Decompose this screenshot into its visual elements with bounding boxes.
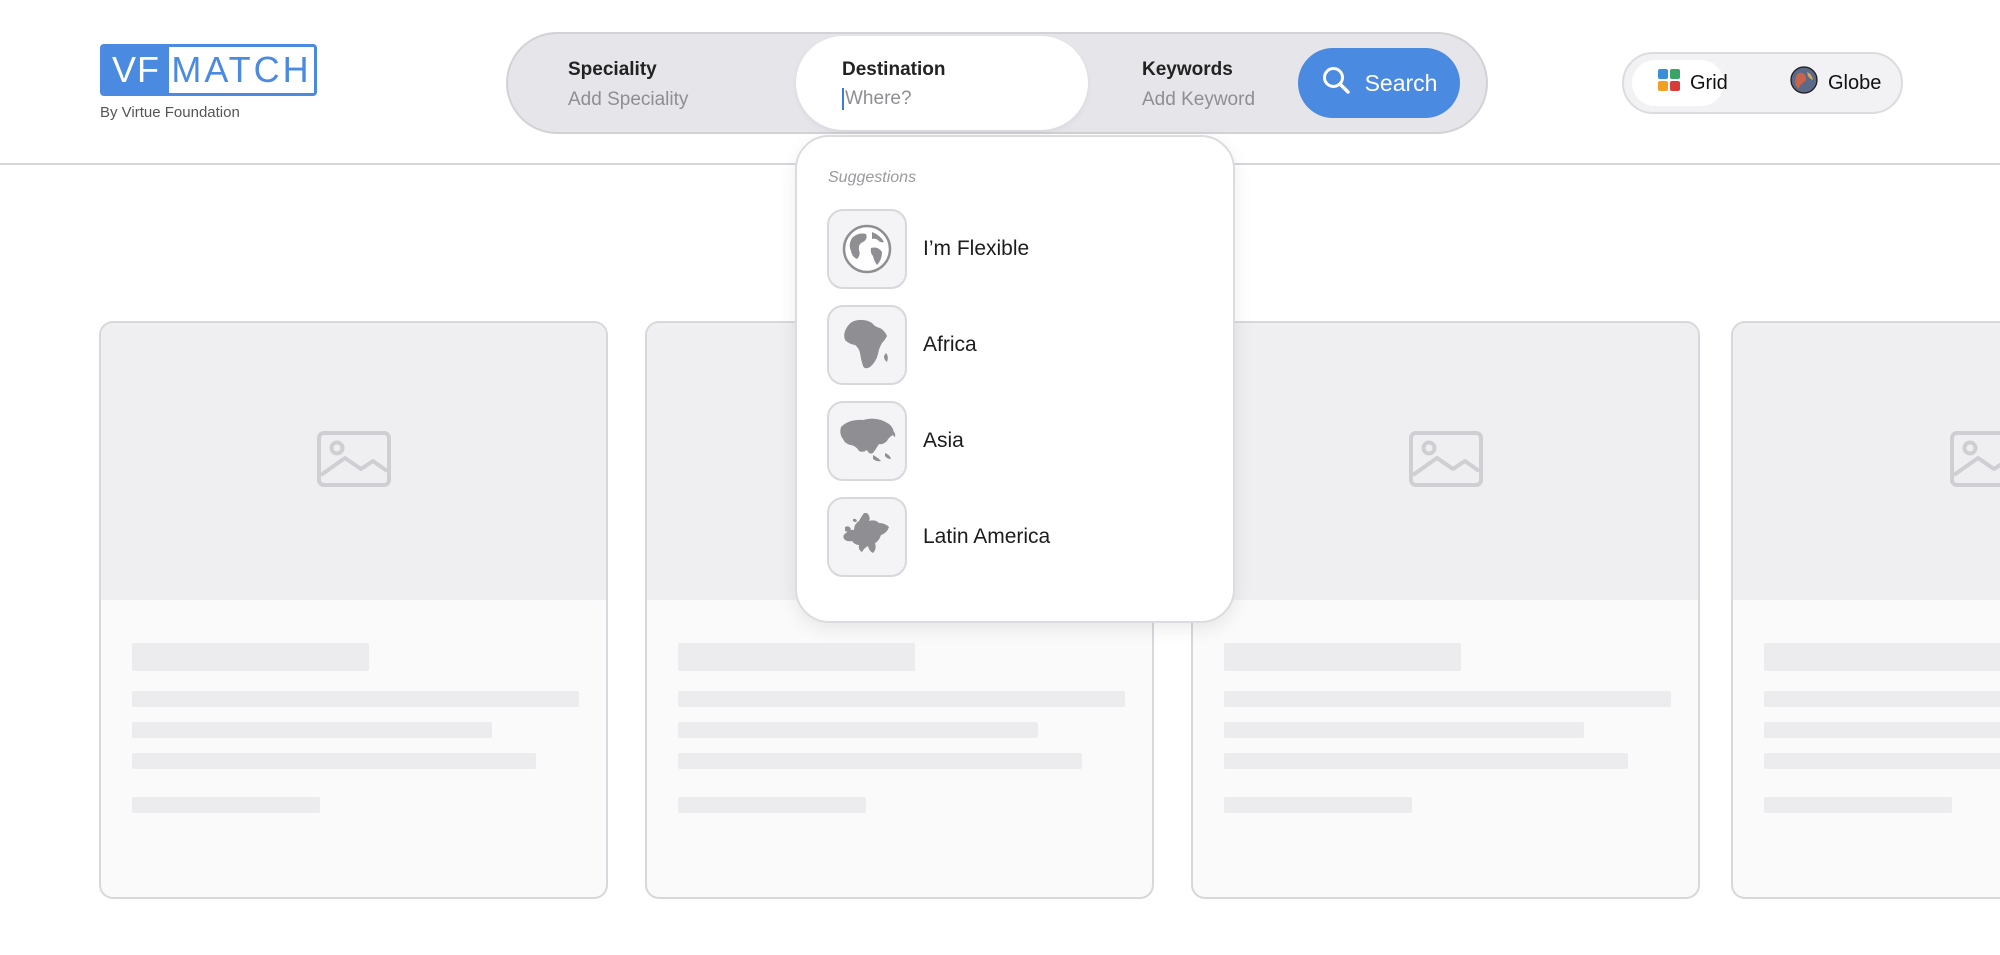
search-bar: Speciality Add Speciality Destination Ke… <box>506 32 1488 134</box>
destination-field[interactable]: Destination <box>796 36 1088 130</box>
destination-input[interactable] <box>842 88 1045 110</box>
skeleton-line <box>132 691 579 707</box>
skeleton-footer <box>132 797 320 813</box>
globe-view-label: Globe <box>1828 71 1882 94</box>
skeleton-line <box>1224 691 1671 707</box>
skeleton-line <box>1224 753 1628 769</box>
logo-vf-text: VF <box>103 47 169 93</box>
view-toggle: Grid Globe <box>1622 52 1903 114</box>
search-icon <box>1321 65 1351 101</box>
skeleton-footer <box>678 797 866 813</box>
suggestion-latin-america[interactable]: Latin America <box>827 495 1207 579</box>
skeleton-title <box>1764 643 2000 671</box>
globe-icon <box>827 209 907 289</box>
speciality-field[interactable]: Speciality Add Speciality <box>568 34 768 132</box>
africa-map-icon <box>827 305 907 385</box>
suggestions-heading: Suggestions <box>828 169 917 186</box>
logo-tagline: By Virtue Foundation <box>100 104 240 121</box>
skeleton-line <box>1764 722 2000 738</box>
destination-suggestions-dropdown: Suggestions I’m Flexible Africa Asia Lat… <box>795 135 1235 623</box>
skeleton-footer <box>1764 797 1952 813</box>
keywords-field[interactable]: Keywords Add Keyword <box>1142 34 1272 132</box>
image-placeholder-icon <box>1950 431 2000 492</box>
keywords-placeholder: Add Keyword <box>1142 89 1256 110</box>
skeleton-card[interactable] <box>99 321 608 899</box>
skeleton-card[interactable] <box>1191 321 1700 899</box>
search-button-label: Search <box>1364 69 1438 96</box>
keywords-label: Keywords <box>1142 59 1233 80</box>
skeleton-line <box>678 722 1038 738</box>
grid-view-label: Grid <box>1690 71 1728 94</box>
speciality-placeholder: Add Speciality <box>568 89 689 110</box>
suggestion-asia[interactable]: Asia <box>827 399 1207 483</box>
asia-map-icon <box>827 401 907 481</box>
skeleton-card[interactable] <box>1731 321 2000 899</box>
skeleton-footer <box>1224 797 1412 813</box>
logo-mark: VF MATCH <box>100 44 317 96</box>
skeleton-title <box>678 643 915 671</box>
skeleton-line <box>132 722 492 738</box>
vf-match-logo[interactable]: VF MATCH By Virtue Foundation <box>100 44 317 121</box>
skeleton-line <box>1764 753 2000 769</box>
skeleton-title <box>1224 643 1461 671</box>
suggestion-africa[interactable]: Africa <box>827 303 1207 387</box>
image-placeholder-icon <box>316 431 391 492</box>
skeleton-line <box>132 753 536 769</box>
europe-map-icon <box>827 497 907 577</box>
logo-match-text: MATCH <box>169 47 314 93</box>
grid-view-button[interactable]: Grid <box>1632 60 1728 106</box>
skeleton-line <box>1224 722 1584 738</box>
suggestion-label: I’m Flexible <box>923 237 1030 260</box>
suggestion-label: Latin America <box>923 525 1051 548</box>
destination-label: Destination <box>842 59 946 80</box>
card-image-placeholder <box>1733 323 2000 600</box>
search-button[interactable]: Search <box>1298 48 1460 118</box>
card-image-placeholder <box>1193 323 1698 600</box>
image-placeholder-icon <box>1408 431 1483 492</box>
skeleton-title <box>132 643 369 671</box>
suggestion-label: Africa <box>923 333 977 356</box>
speciality-label: Speciality <box>568 59 657 80</box>
skeleton-line <box>678 753 1082 769</box>
globe-icon <box>1790 66 1818 100</box>
skeleton-line <box>1764 691 2000 707</box>
grid-icon <box>1658 69 1680 97</box>
card-image-placeholder <box>101 323 606 600</box>
suggestion-flexible[interactable]: I’m Flexible <box>827 207 1207 291</box>
globe-view-button[interactable]: Globe <box>1774 60 1897 106</box>
suggestion-label: Asia <box>923 429 964 452</box>
skeleton-line <box>678 691 1125 707</box>
